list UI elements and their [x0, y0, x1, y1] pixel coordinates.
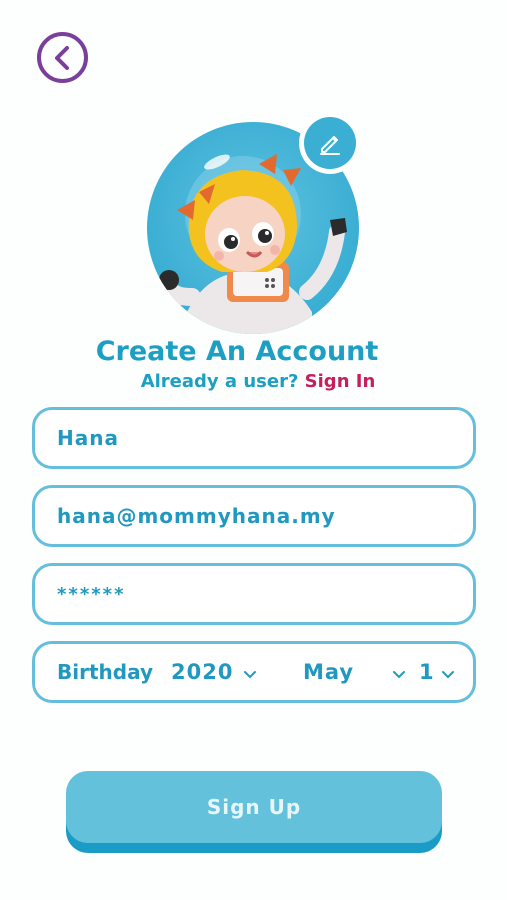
- sign-up-label: Sign Up: [206, 795, 302, 819]
- password-field[interactable]: ******: [32, 563, 476, 625]
- name-field[interactable]: [32, 407, 476, 469]
- sign-in-prompt: Already a user? Sign In: [0, 371, 507, 392]
- birthday-month-select[interactable]: May: [303, 644, 406, 700]
- birthday-year-select[interactable]: 2020: [171, 644, 257, 700]
- birthday-field: Birthday 2020 May 1: [32, 641, 476, 703]
- sign-in-link[interactable]: Sign In: [305, 371, 376, 392]
- sign-up-button[interactable]: Sign Up: [66, 771, 442, 843]
- name-input[interactable]: [57, 426, 473, 450]
- edit-avatar-button[interactable]: [299, 112, 361, 174]
- pencil-icon: [320, 136, 340, 155]
- page-title-text: Create An Account: [95, 336, 379, 367]
- birthday-day-value: 1: [419, 660, 435, 684]
- email-input[interactable]: [57, 504, 473, 528]
- profile-avatar: [147, 112, 361, 334]
- sign-in-prompt-text: Already a user?: [140, 371, 299, 392]
- birthday-month-value: May: [303, 660, 355, 684]
- chevron-down-icon: [243, 660, 257, 684]
- edit-avatar-badge: [304, 117, 356, 169]
- create-account-screen: Create An Account Already a user? Sign I…: [0, 0, 507, 900]
- birthday-label: Birthday: [57, 660, 153, 684]
- birthday-year-value: 2020: [171, 660, 234, 684]
- birthday-day-select[interactable]: 1: [419, 644, 455, 700]
- back-button[interactable]: [37, 32, 88, 83]
- password-value: ******: [57, 583, 126, 605]
- chevron-down-icon: [441, 660, 455, 684]
- email-field[interactable]: [32, 485, 476, 547]
- page-title: Create An Account: [0, 336, 474, 367]
- chevron-left-icon: [54, 45, 69, 70]
- chevron-down-icon: [392, 660, 406, 684]
